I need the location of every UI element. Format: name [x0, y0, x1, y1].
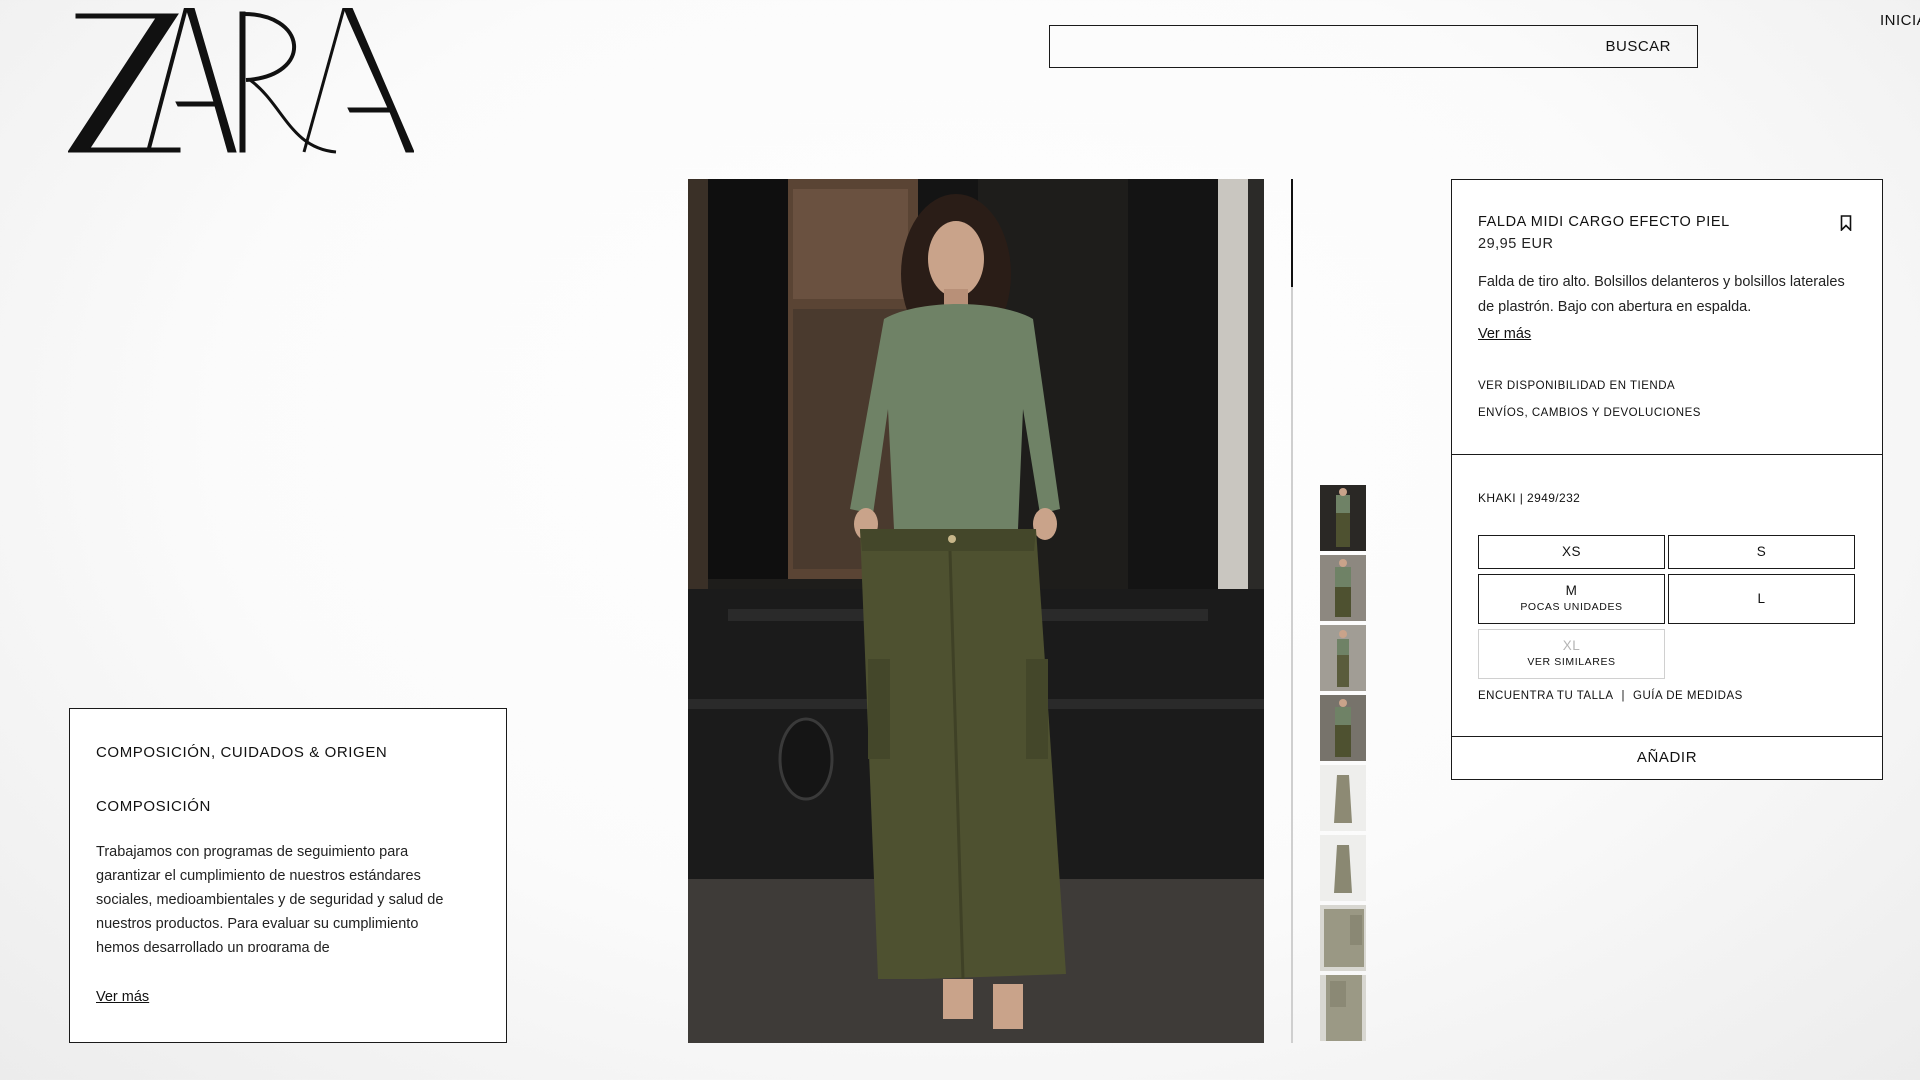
thumbnail-6[interactable]: [1320, 835, 1366, 901]
thumb-model-image: [1320, 555, 1366, 621]
size-option-l[interactable]: L: [1668, 574, 1855, 624]
size-label: XS: [1561, 544, 1581, 559]
zara-logo[interactable]: [68, 8, 414, 154]
gallery-scrollbar[interactable]: [1291, 179, 1293, 1043]
thumbnail-strip: [1320, 485, 1366, 1045]
logo-graphic: [68, 8, 414, 154]
size-option-xl[interactable]: XL VER SIMILARES: [1478, 629, 1665, 679]
size-option-s[interactable]: S: [1668, 535, 1855, 569]
color-reference: KHAKI | 2949/232: [1478, 491, 1581, 505]
size-option-xs[interactable]: XS: [1478, 535, 1665, 569]
thumb-detail-image: [1320, 975, 1366, 1041]
care-more-link[interactable]: Ver más: [96, 989, 149, 1005]
care-text: Trabajamos con programas de seguimiento …: [96, 844, 444, 952]
size-label: XL: [1562, 638, 1581, 653]
size-label: M: [1565, 583, 1578, 598]
main-product-image[interactable]: [688, 179, 1264, 1043]
find-size-link[interactable]: ENCUENTRA TU TALLA: [1478, 690, 1614, 702]
thumb-detail-image: [1320, 905, 1366, 971]
size-selector-panel: KHAKI | 2949/232 XS S M POCAS UNIDADES L…: [1451, 454, 1883, 780]
gallery-scroll-thumb[interactable]: [1291, 179, 1293, 287]
add-to-cart-button[interactable]: AÑADIR: [1451, 736, 1883, 780]
care-title: COMPOSICIÓN, CUIDADOS & ORIGEN: [96, 744, 388, 761]
care-subtitle: COMPOSICIÓN: [96, 798, 211, 815]
product-price: 29,95 EUR: [1478, 236, 1554, 252]
see-similar-link[interactable]: VER SIMILARES: [1479, 656, 1664, 668]
product-name: FALDA MIDI CARGO EFECTO PIEL: [1478, 214, 1730, 230]
thumbnail-4[interactable]: [1320, 695, 1366, 761]
care-panel: COMPOSICIÓN, CUIDADOS & ORIGEN COMPOSICI…: [69, 708, 507, 1043]
product-description: Falda de tiro alto. Bolsillos delanteros…: [1478, 274, 1845, 315]
thumb-model-image: [1320, 625, 1366, 691]
thumbnail-1[interactable]: [1320, 485, 1366, 551]
thumbnail-8[interactable]: [1320, 975, 1366, 1041]
product-more-link[interactable]: Ver más: [1478, 326, 1531, 342]
thumb-model-image: [1320, 695, 1366, 761]
size-help-links: ENCUENTRA TU TALLA | GUÍA DE MEDIDAS: [1478, 690, 1743, 702]
thumbnail-3[interactable]: [1320, 625, 1366, 691]
store-availability-link[interactable]: VER DISPONIBILIDAD EN TIENDA: [1478, 380, 1675, 392]
search-box: BUSCAR: [1049, 25, 1698, 68]
search-button[interactable]: BUSCAR: [1605, 38, 1671, 55]
shipping-returns-link[interactable]: ENVÍOS, CAMBIOS Y DEVOLUCIONES: [1478, 407, 1701, 419]
link-separator: |: [1621, 690, 1626, 702]
product-photo: [688, 179, 1264, 1043]
search-input[interactable]: [1050, 26, 1594, 67]
thumb-model-image: [1320, 485, 1366, 551]
product-info-panel: FALDA MIDI CARGO EFECTO PIEL 29,95 EUR F…: [1451, 179, 1883, 455]
login-link[interactable]: INICIA: [1880, 12, 1920, 29]
thumb-skirt-image: [1320, 765, 1366, 831]
size-label: L: [1757, 591, 1766, 606]
size-stock-note: POCAS UNIDADES: [1520, 601, 1623, 613]
size-label: S: [1756, 544, 1767, 559]
thumbnail-2[interactable]: [1320, 555, 1366, 621]
size-option-m[interactable]: M POCAS UNIDADES: [1478, 574, 1665, 624]
size-guide-link[interactable]: GUÍA DE MEDIDAS: [1633, 690, 1743, 702]
thumb-skirt-image: [1320, 835, 1366, 901]
bookmark-icon[interactable]: [1840, 215, 1852, 231]
thumbnail-5[interactable]: [1320, 765, 1366, 831]
thumbnail-7[interactable]: [1320, 905, 1366, 971]
